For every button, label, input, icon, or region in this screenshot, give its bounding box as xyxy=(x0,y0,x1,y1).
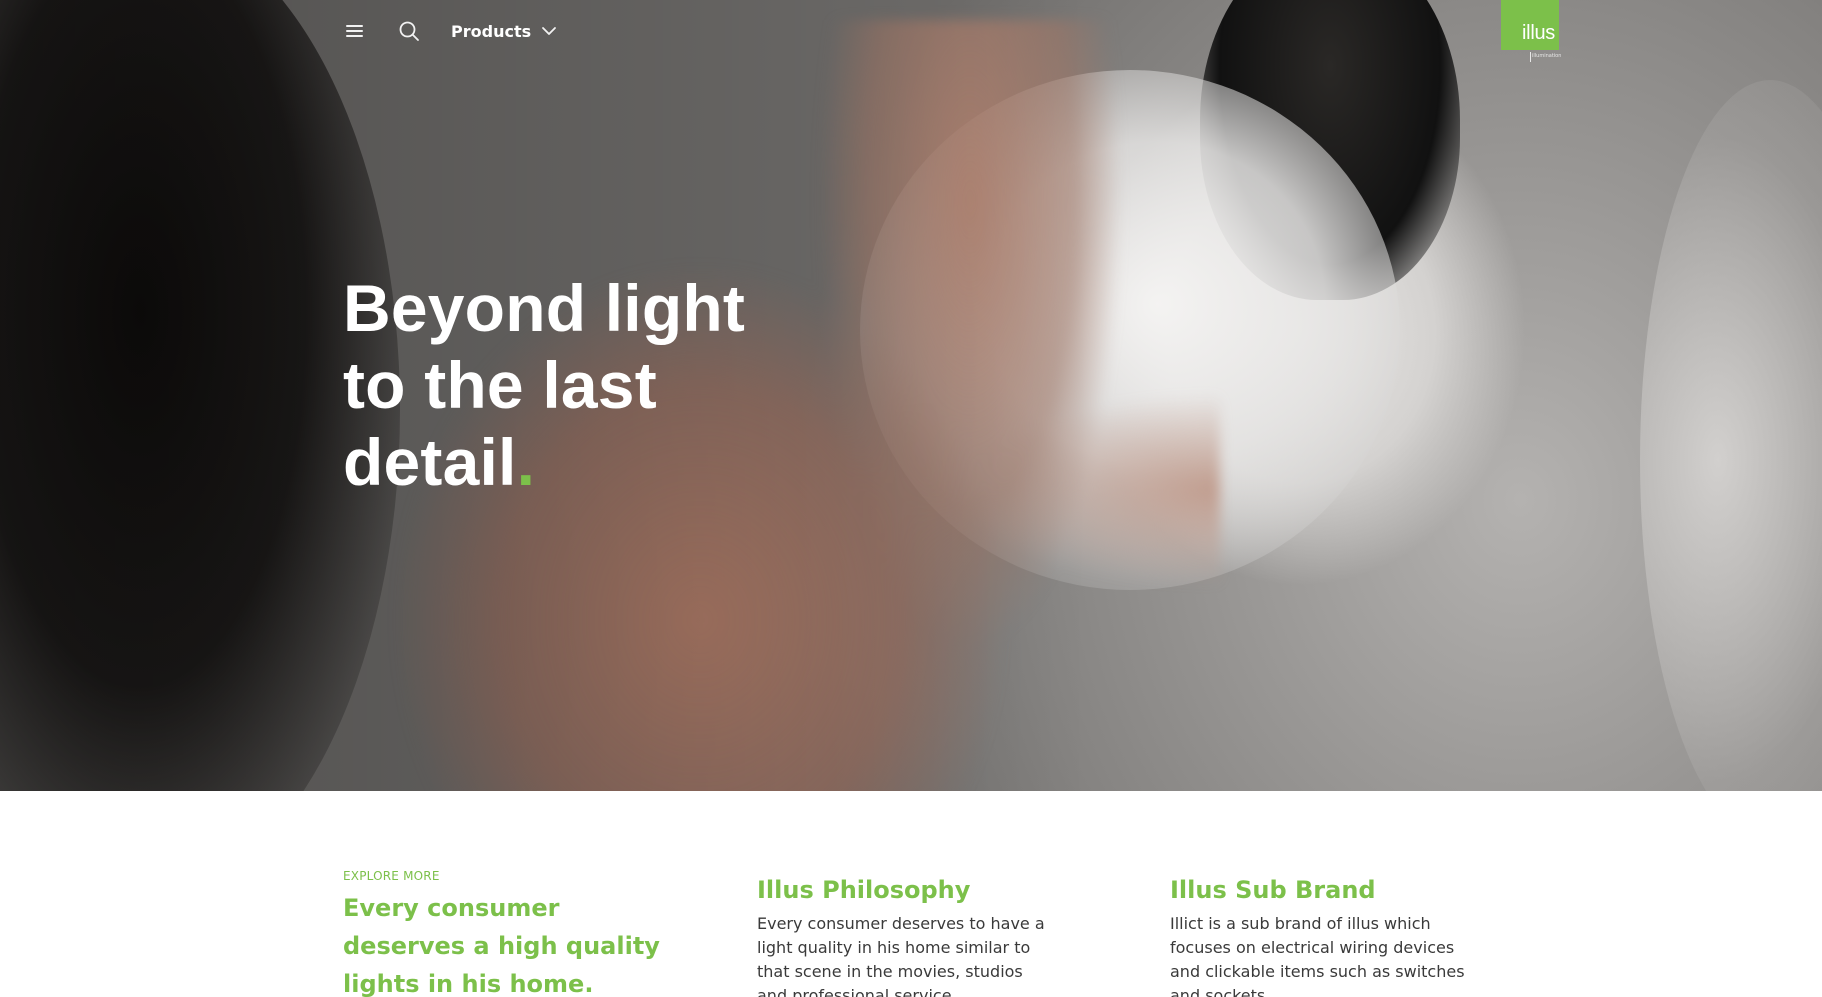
hero-headline-text: Beyond light to the last detail xyxy=(343,271,746,499)
top-navigation: Products illus illumination xyxy=(0,0,1822,62)
products-label: Products xyxy=(451,21,532,41)
chevron-down-icon xyxy=(542,27,557,35)
explore-lead: Every consumer deserves a high quality l… xyxy=(343,894,660,997)
sub-brand-section: Illus Sub Brand Illict is a sub brand of… xyxy=(1170,867,1490,997)
logo-tagline: illumination xyxy=(1530,52,1561,62)
sub-brand-title: Illus Sub Brand xyxy=(1170,876,1376,904)
hero-banner: Beyond light to the last detail. xyxy=(0,0,1822,791)
search-icon[interactable] xyxy=(398,20,420,42)
hero-headline-dot: . xyxy=(516,425,536,499)
hamburger-menu-icon[interactable] xyxy=(343,22,367,40)
hero-headline: Beyond light to the last detail. xyxy=(343,270,813,501)
logo-text: illus xyxy=(1522,22,1555,44)
products-dropdown[interactable]: Products xyxy=(451,18,557,44)
explore-eyebrow: EXPLORE MORE xyxy=(343,869,440,883)
philosophy-section: Illus Philosophy Every consumer deserves… xyxy=(757,867,1077,997)
explore-section: EXPLORE MORE Every consumer deserves a h… xyxy=(343,867,663,997)
sub-brand-body: Illict is a sub brand of illus which foc… xyxy=(1170,914,1465,997)
hero-overlay xyxy=(0,0,1822,791)
brand-logo[interactable]: illus xyxy=(1501,0,1559,50)
philosophy-body: Every consumer deserves to have a light … xyxy=(757,914,1045,997)
philosophy-title: Illus Philosophy xyxy=(757,876,971,904)
